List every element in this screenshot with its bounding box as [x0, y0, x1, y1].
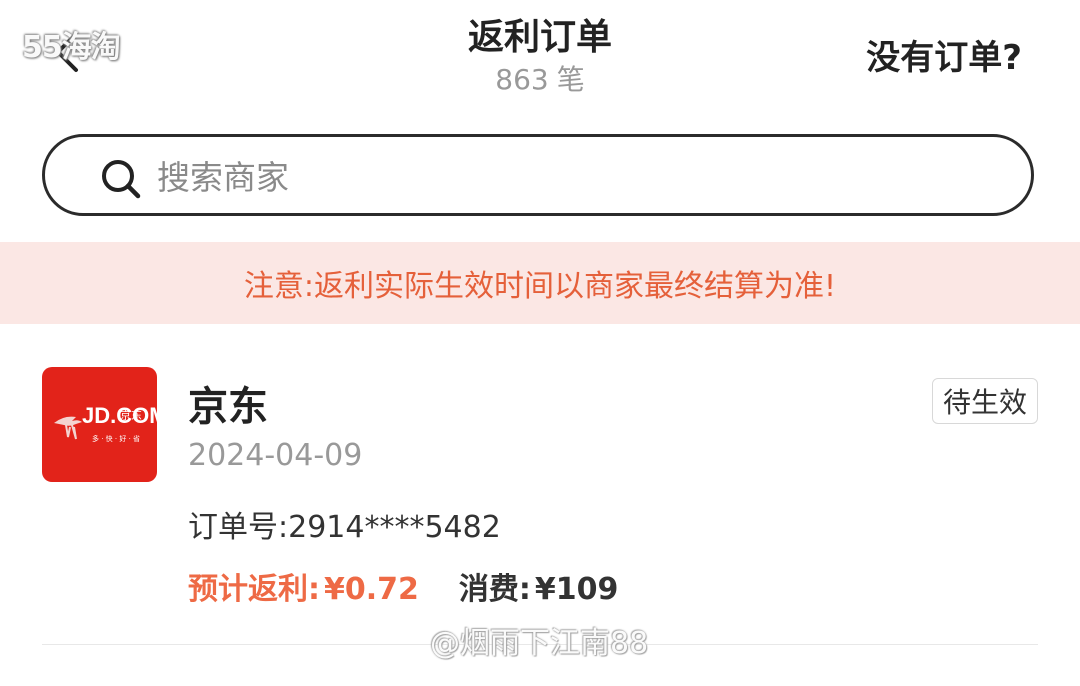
jd-logo-tagline: 多 · 快 · 好 · 省	[92, 434, 140, 443]
order-card[interactable]: JD.COM 京东 多 · 快 · 好 · 省 京东 2024-04-09 订单…	[0, 336, 1080, 646]
order-number: 订单号:2914****5482	[188, 510, 501, 545]
search-input[interactable]	[155, 151, 979, 203]
status-badge: 待生效	[931, 378, 1038, 424]
order-count-number: 863	[495, 63, 549, 96]
order-date: 2024-04-09	[188, 438, 363, 473]
merchant-name: 京东	[188, 384, 268, 430]
spend-label: 消费:	[458, 572, 531, 607]
search-bar[interactable]	[42, 134, 1034, 216]
jd-logo: JD.COM 京东 多 · 快 · 好 · 省	[42, 367, 157, 482]
rebate-label: 预计返利:	[188, 572, 320, 607]
rebate-notice: 注意:返利实际生效时间以商家最终结算为准!	[0, 242, 1080, 324]
user-watermark: @烟雨下江南88	[430, 626, 649, 661]
rebate-row: 预计返利: ¥0.72 消费: ¥109	[188, 564, 618, 608]
order-count-unit: 笔	[556, 63, 585, 96]
no-order-link[interactable]: 没有订单?	[866, 30, 1022, 79]
jd-logo-brand: 京东	[120, 408, 142, 422]
search-icon	[102, 160, 141, 199]
jd-mascot-icon	[54, 416, 82, 440]
spend-value: ¥109	[534, 572, 619, 607]
header: 55海淘 返利订单 863 笔 没有订单?	[0, 0, 1080, 120]
rebate-value: ¥0.72	[324, 572, 419, 607]
